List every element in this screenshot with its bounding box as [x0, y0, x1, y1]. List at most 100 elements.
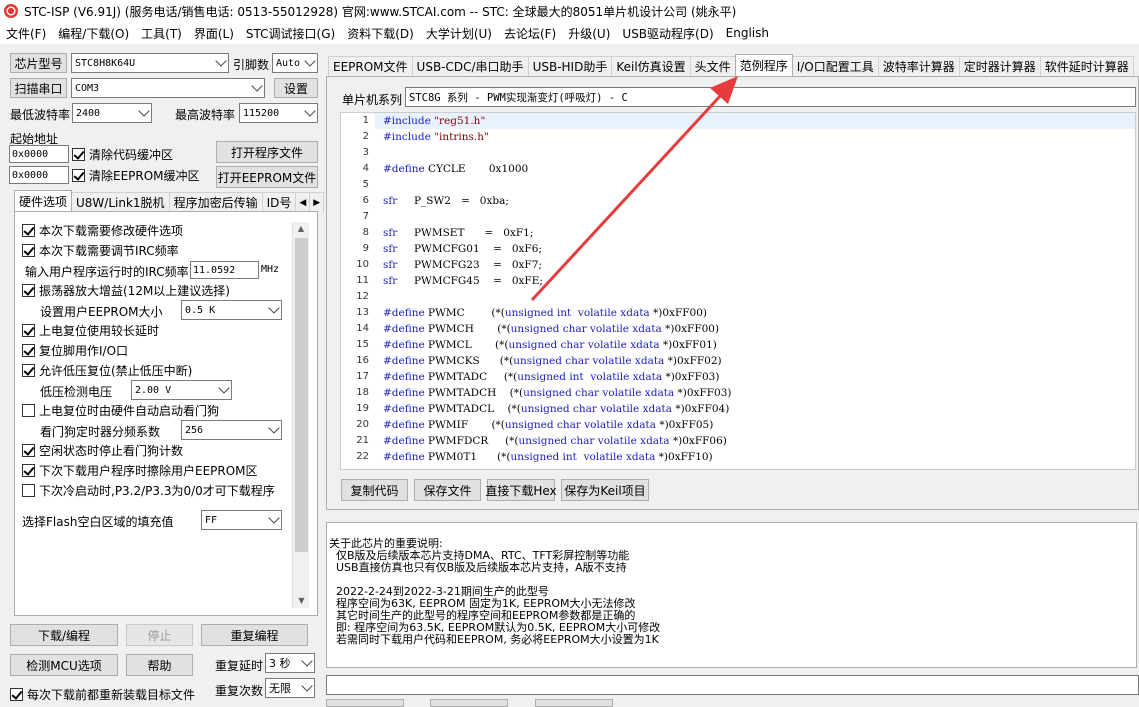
code-text: #define PWMTADCL (*(unsigned char volati…	[383, 403, 730, 415]
chip-model-button[interactable]: 芯片型号	[10, 53, 67, 73]
option-adjust-irc[interactable]: 本次下载需要调节IRC频率	[22, 242, 179, 259]
option-modify-hardware[interactable]: 本次下载需要修改硬件选项	[22, 222, 183, 239]
tab-1[interactable]: USB-CDC/串口助手	[411, 56, 529, 76]
menu-item[interactable]: STC调试接口(G)	[240, 25, 341, 42]
open-eeprom-button[interactable]: 打开EEPROM文件	[216, 166, 318, 188]
line-number: 9	[341, 241, 375, 257]
stop-button[interactable]: 停止	[126, 624, 193, 646]
com-port-select[interactable]: COM3	[71, 78, 265, 98]
chevron-down-icon	[304, 105, 316, 117]
line-number: 17	[341, 369, 375, 385]
pin-count-label: 引脚数	[233, 58, 270, 72]
scrollbar-thumb[interactable]	[295, 238, 308, 552]
left-tab-bar: 硬件选项 U8W/Link1脱机 程序加密后传输 ID号 ◀ ▶	[14, 190, 325, 212]
code-text: sfr PWMCFG45 = 0xFE;	[383, 275, 543, 287]
menu-item[interactable]: 工具(T)	[135, 25, 188, 42]
eeprom-address-input[interactable]: 0x0000	[9, 166, 69, 184]
scan-port-button[interactable]: 扫描串口	[10, 78, 67, 98]
tab-8[interactable]: 定时器计算器	[958, 56, 1041, 76]
irc-frequency-unit: MHz	[261, 264, 280, 275]
download-program-button[interactable]: 下载/编程	[10, 624, 118, 646]
repeat-delay-label: 重复延时	[215, 659, 264, 673]
tab-5[interactable]: 范例程序	[734, 54, 793, 76]
code-line: 18 #define PWMTADCH (*(unsigned char vola…	[341, 385, 1135, 401]
tab-id[interactable]: ID号	[261, 192, 297, 212]
eeprom-size-select[interactable]: 0.5 K	[181, 300, 282, 320]
scroll-up-icon[interactable]: ▲	[293, 222, 309, 236]
option-oscillator-gain[interactable]: 振荡器放大增益(12M以上建议选择)	[22, 282, 230, 299]
tab-4[interactable]: 头文件	[689, 56, 736, 76]
download-hex-button[interactable]: 直接下载Hex	[485, 479, 557, 501]
tab-scroll-right-icon[interactable]: ▶	[309, 192, 325, 212]
save-file-button[interactable]: 保存文件	[414, 479, 481, 501]
option-cold-boot-download[interactable]: 下次冷启动时,P3.2/P3.3为0/0才可下载程序	[22, 482, 275, 499]
open-program-button[interactable]: 打开程序文件	[216, 141, 318, 163]
option-erase-eeprom[interactable]: 下次下载用户程序时擦除用户EEPROM区	[22, 462, 258, 479]
help-button[interactable]: 帮助	[126, 654, 193, 676]
max-baud-select[interactable]: 115200	[239, 103, 318, 123]
copy-code-button[interactable]: 复制代码	[341, 479, 408, 501]
tab-encrypted-transfer[interactable]: 程序加密后传输	[168, 192, 263, 212]
option-auto-watchdog[interactable]: 上电复位时由硬件自动启动看门狗	[22, 402, 219, 419]
tab-6[interactable]: I/O口配置工具	[791, 56, 879, 76]
settings-button[interactable]: 设置	[274, 78, 318, 98]
tab-scroll-left-icon[interactable]: ◀	[295, 192, 311, 212]
tab-0[interactable]: EEPROM文件	[328, 56, 413, 76]
option-reset-pin-io[interactable]: 复位脚用作I/O口	[22, 342, 128, 359]
repeat-count-select[interactable]: 无限	[265, 678, 315, 698]
menu-item[interactable]: 编程/下载(O)	[52, 25, 135, 42]
option-low-voltage-reset[interactable]: 允许低压复位(禁止低压中断)	[22, 362, 192, 379]
chevron-down-icon	[301, 680, 313, 692]
tab-2[interactable]: USB-HID助手	[527, 56, 613, 76]
bottom-button-1[interactable]	[326, 699, 404, 707]
detect-mcu-button[interactable]: 检测MCU选项	[10, 654, 118, 676]
flash-fill-select[interactable]: FF	[201, 510, 282, 530]
min-baud-select[interactable]: 2400	[72, 103, 152, 123]
bottom-button-2[interactable]	[430, 699, 508, 707]
menu-item[interactable]: USB驱动程序(D)	[616, 25, 719, 42]
watchdog-divider-select[interactable]: 256	[181, 420, 282, 440]
menu-item[interactable]: 去论坛(F)	[498, 25, 562, 42]
app-icon	[4, 4, 18, 18]
line-number: 5	[341, 177, 375, 193]
example-select[interactable]: STC8G 系列 - PWM实现渐变灯(呼吸灯) - C	[405, 87, 1136, 107]
tab-3[interactable]: Keil仿真设置	[611, 56, 691, 76]
menu-item[interactable]: 文件(F)	[0, 25, 52, 42]
code-line: 16 #define PWMCKS (*(unsigned char volati…	[341, 353, 1135, 369]
chip-model-select[interactable]: STC8H8K64U	[71, 53, 229, 73]
clear-code-checkbox[interactable]: 清除代码缓冲区	[72, 146, 173, 163]
code-line: 9 sfr PWMCFG01 = 0xF6;	[341, 241, 1135, 257]
option-idle-stop-watchdog[interactable]: 空闲状态时停止看门狗计数	[22, 442, 183, 459]
save-keil-project-button[interactable]: 保存为Keil项目	[561, 479, 649, 501]
repeat-delay-select[interactable]: 3 秒	[265, 653, 315, 673]
line-number: 13	[341, 305, 375, 321]
tab-9[interactable]: 软件延时计算器	[1039, 56, 1134, 76]
option-long-reset-delay[interactable]: 上电复位使用较长延时	[22, 322, 159, 339]
tab-hardware-options[interactable]: 硬件选项	[14, 190, 73, 212]
bottom-button-3[interactable]	[535, 699, 613, 707]
tab-7[interactable]: 波特率计算器	[877, 56, 960, 76]
code-text: sfr P_SW2 = 0xba;	[383, 195, 509, 207]
menu-item[interactable]: English	[720, 26, 775, 40]
menu-item[interactable]: 界面(L)	[188, 25, 240, 42]
menu-item[interactable]: 升级(U)	[562, 25, 616, 42]
pin-count-select[interactable]: Auto	[272, 53, 318, 73]
menu-item[interactable]: 资料下载(D)	[341, 25, 420, 42]
tab-u8w-offline[interactable]: U8W/Link1脱机	[71, 192, 170, 212]
code-text: #define PWMCH (*(unsigned char volatile …	[383, 323, 720, 335]
code-text: #define PWMIF (*(unsigned char volatile …	[383, 419, 714, 431]
reload-before-download-checkbox[interactable]: 每次下载前都重新装载目标文件	[10, 686, 195, 703]
code-line: 3	[341, 145, 1135, 161]
repeat-program-button[interactable]: 重复编程	[201, 624, 308, 646]
low-voltage-select[interactable]: 2.00 V	[131, 380, 232, 400]
code-address-input[interactable]: 0x0000	[9, 145, 69, 163]
code-text: sfr PWMCFG01 = 0xF6;	[383, 243, 542, 255]
code-editor[interactable]: 1 #include "reg51.h" 2 #include "intrins.h"…	[340, 112, 1136, 470]
options-scrollbar[interactable]: ▲ ▼	[292, 222, 309, 608]
irc-frequency-input[interactable]: 11.0592	[190, 261, 259, 279]
scroll-down-icon[interactable]: ▼	[293, 594, 310, 608]
menu-item[interactable]: 大学计划(U)	[420, 25, 498, 42]
code-text: sfr PWMCFG23 = 0xF7;	[383, 259, 542, 271]
clear-eeprom-checkbox[interactable]: 清除EEPROM缓冲区	[72, 167, 200, 184]
